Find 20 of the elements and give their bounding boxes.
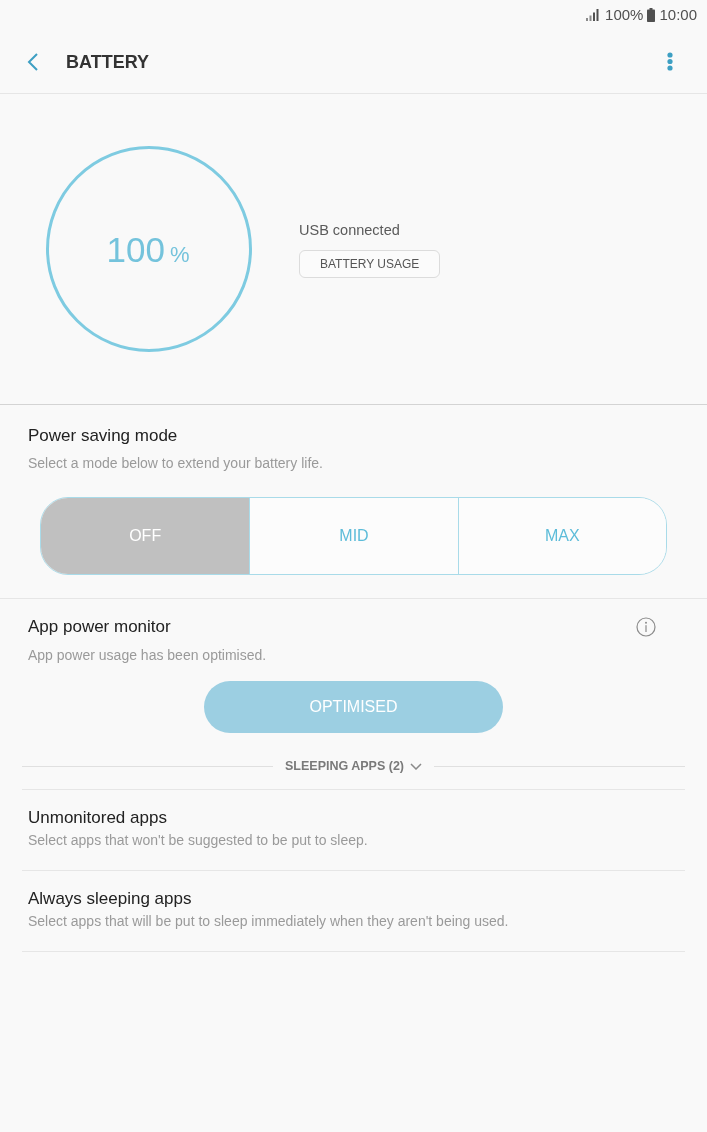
signal-icon xyxy=(586,9,600,21)
sleeping-apps-toggle[interactable]: SLEEPING APPS (2) xyxy=(273,756,434,776)
section-title: App power monitor xyxy=(28,616,171,638)
clock-text: 10:00 xyxy=(659,6,697,24)
section-description: Select a mode below to extend your battery life. xyxy=(28,454,324,473)
charging-status-text: USB connected xyxy=(299,221,400,240)
back-icon[interactable] xyxy=(27,52,38,71)
battery-usage-button[interactable]: BATTERY USAGE xyxy=(299,250,441,278)
settings-list-item[interactable]: Unmonitored apps Select apps that won't be suggested to be put to sleep. xyxy=(22,790,685,871)
battery-percentage: 100% xyxy=(106,229,191,270)
more-options-icon[interactable] xyxy=(667,52,673,71)
section-title: Power saving mode xyxy=(28,425,179,447)
battery-percent-text: 100% xyxy=(605,6,644,24)
battery-icon xyxy=(647,8,656,22)
mode-segment[interactable]: MAX xyxy=(457,498,666,574)
screen-title: BATTERY xyxy=(66,50,149,74)
chevron-down-icon xyxy=(410,762,422,770)
info-icon[interactable] xyxy=(636,617,656,637)
section-description: App power usage has been optimised. xyxy=(28,646,268,665)
settings-list-item[interactable]: Always sleeping apps Select apps that will be put to sleep immediately when they aren't being used. xyxy=(22,871,685,952)
